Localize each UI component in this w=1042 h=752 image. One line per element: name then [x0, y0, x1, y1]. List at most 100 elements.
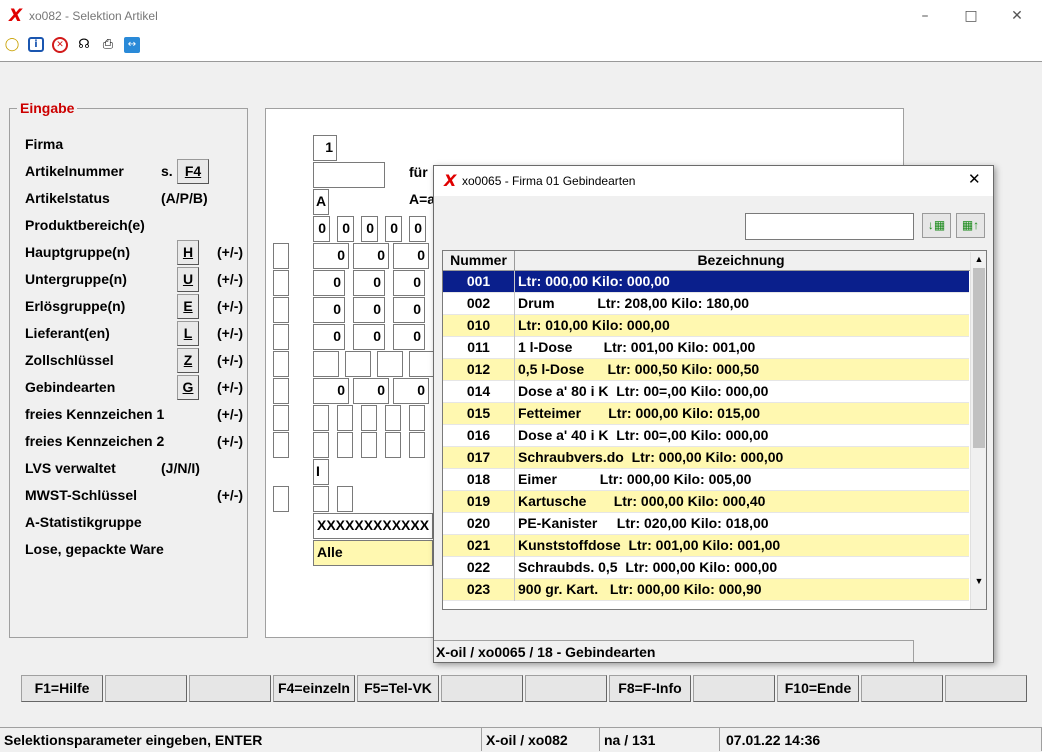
kennzeichen1-field-1[interactable] [313, 405, 329, 431]
table-row[interactable]: 020 PE-Kanister Ltr: 020,00 Kilo: 018,00 [443, 513, 969, 535]
lookup-button-g[interactable]: G [177, 375, 199, 400]
kennzeichen1-flag-field[interactable] [273, 405, 289, 431]
col-bezeichnung[interactable]: Bezeichnung [515, 251, 967, 270]
fkey-button-9[interactable] [693, 675, 775, 702]
produktbereich-field-3[interactable]: 0 [361, 216, 378, 242]
dialog-search-input[interactable] [745, 213, 914, 240]
kennzeichen1-field-3[interactable] [361, 405, 377, 431]
lookup-button-e[interactable]: E [177, 294, 199, 319]
lieferant-flag-field[interactable] [273, 324, 289, 350]
table-row[interactable]: 010 Ltr: 010,00 Kilo: 000,00 [443, 315, 969, 337]
mwst-flag-field[interactable] [273, 486, 289, 512]
produktbereich-field-4[interactable]: 0 [385, 216, 402, 242]
scroll-down-icon[interactable]: ▼ [973, 574, 985, 588]
maximize-button[interactable]: □ [948, 4, 994, 28]
erloesgruppe-field-1[interactable]: 0 [313, 297, 345, 323]
fkey-button-10[interactable]: F10=Ende [777, 675, 859, 702]
kennzeichen2-field-1[interactable] [313, 432, 329, 458]
mwst-field-1[interactable] [313, 486, 329, 512]
table-row[interactable]: 019 Kartusche Ltr: 000,00 Kilo: 000,40 [443, 491, 969, 513]
fkey-button-2[interactable] [105, 675, 187, 702]
untergruppe-field-1[interactable]: 0 [313, 270, 345, 296]
headset-icon[interactable]: ☊ [76, 37, 92, 53]
table-row[interactable]: 022 Schraubds. 0,5 Ltr: 000,00 Kilo: 000,… [443, 557, 969, 579]
erloesgruppe-field-2[interactable]: 0 [353, 297, 385, 323]
fkey-button-5[interactable]: F5=Tel-VK [357, 675, 439, 702]
lookup-button-z[interactable]: Z [177, 348, 199, 373]
kennzeichen1-field-2[interactable] [337, 405, 353, 431]
table-row[interactable]: 001 Ltr: 000,00 Kilo: 000,00 [443, 271, 969, 293]
table-row[interactable]: 021 Kunststoffdose Ltr: 001,00 Kilo: 001,… [443, 535, 969, 557]
untergruppe-field-3[interactable]: 0 [393, 270, 425, 296]
lookup-button-l[interactable]: L [177, 321, 199, 346]
gebindearten-flag-field[interactable] [273, 378, 289, 404]
table-row[interactable]: 002 Drum Ltr: 208,00 Kilo: 180,00 [443, 293, 969, 315]
kennzeichen1-field-4[interactable] [385, 405, 401, 431]
table-row[interactable]: 014 Dose a' 80 i K Ltr: 00=,00 Kilo: 000,… [443, 381, 969, 403]
kennzeichen2-flag-field[interactable] [273, 432, 289, 458]
artikelnummer-field[interactable] [313, 162, 385, 188]
fkey-button-6[interactable] [441, 675, 523, 702]
untergruppe-flag-field[interactable] [273, 270, 289, 296]
gebindearten-field-1[interactable]: 0 [313, 378, 349, 404]
hauptgruppe-field-3[interactable]: 0 [393, 243, 429, 269]
fkey-button-4[interactable]: F4=einzeln [273, 675, 355, 702]
gebindearten-field-3[interactable]: 0 [393, 378, 429, 404]
lookup-button-h[interactable]: H [177, 240, 199, 265]
untergruppe-field-2[interactable]: 0 [353, 270, 385, 296]
zollschluessel-field-4[interactable] [409, 351, 435, 377]
sort-up-icon[interactable]: ▦↑ [956, 213, 985, 238]
produktbereich-field-5[interactable]: 0 [409, 216, 426, 242]
lookup-button-u[interactable]: U [177, 267, 199, 292]
hauptgruppe-field-1[interactable]: 0 [313, 243, 349, 269]
fkey-button-11[interactable] [861, 675, 943, 702]
scroll-up-icon[interactable]: ▲ [973, 252, 985, 266]
statistik-field[interactable]: XXXXXXXXXXXX [313, 513, 433, 539]
table-row[interactable]: 017 Schraubvers.do Ltr: 000,00 Kilo: 000,… [443, 447, 969, 469]
col-nummer[interactable]: Nummer [443, 251, 515, 270]
zollschluessel-flag-field[interactable] [273, 351, 289, 377]
zollschluessel-field-3[interactable] [377, 351, 403, 377]
printer-icon[interactable]: ⎙ [100, 37, 116, 53]
lightbulb-icon[interactable]: ◯ [4, 37, 20, 53]
firma-field[interactable]: 1 [313, 135, 337, 161]
erloesgruppe-field-3[interactable]: 0 [393, 297, 425, 323]
dialog-close-icon[interactable]: ✕ [968, 170, 981, 188]
close-button[interactable]: ✕ [994, 4, 1040, 28]
lookup-button-f4[interactable]: F4 [177, 159, 209, 184]
erloesgruppe-flag-field[interactable] [273, 297, 289, 323]
fkey-button-1[interactable]: F1=Hilfe [21, 675, 103, 702]
cancel-icon[interactable]: ✕ [52, 37, 68, 53]
kennzeichen1-field-5[interactable] [409, 405, 425, 431]
kennzeichen2-field-5[interactable] [409, 432, 425, 458]
zollschluessel-field-2[interactable] [345, 351, 371, 377]
gebindearten-field-2[interactable]: 0 [353, 378, 389, 404]
lvs-field[interactable]: I [313, 459, 329, 485]
lieferant-field-3[interactable]: 0 [393, 324, 425, 350]
table-row[interactable]: 015 Fetteimer Ltr: 000,00 Kilo: 015,00 [443, 403, 969, 425]
lieferant-field-2[interactable]: 0 [353, 324, 385, 350]
minimize-button[interactable]: – [902, 4, 948, 28]
table-row[interactable]: 011 1 l-Dose Ltr: 001,00 Kilo: 001,00 [443, 337, 969, 359]
produktbereich-field-2[interactable]: 0 [337, 216, 354, 242]
hauptgruppe-field-2[interactable]: 0 [353, 243, 389, 269]
table-row[interactable]: 016 Dose a' 40 i K Ltr: 00=,00 Kilo: 000,… [443, 425, 969, 447]
produktbereich-field-1[interactable]: 0 [313, 216, 330, 242]
kennzeichen2-field-3[interactable] [361, 432, 377, 458]
lose-select[interactable]: Alle [313, 540, 433, 566]
fkey-button-8[interactable]: F8=F-Info [609, 675, 691, 702]
info-icon[interactable]: i [28, 37, 44, 52]
hauptgruppe-flag-field[interactable] [273, 243, 289, 269]
kennzeichen2-field-4[interactable] [385, 432, 401, 458]
table-row[interactable]: 018 Eimer Ltr: 000,00 Kilo: 005,00 [443, 469, 969, 491]
fkey-button-12[interactable] [945, 675, 1027, 702]
lieferant-field-1[interactable]: 0 [313, 324, 345, 350]
fkey-button-3[interactable] [189, 675, 271, 702]
table-row[interactable]: 023 900 gr. Kart. Ltr: 000,00 Kilo: 000,9… [443, 579, 969, 601]
fkey-button-7[interactable] [525, 675, 607, 702]
table-row[interactable]: 012 0,5 l-Dose Ltr: 000,50 Kilo: 000,50 [443, 359, 969, 381]
status-field[interactable]: A [313, 189, 329, 215]
table-scrollbar[interactable]: ▲ ▼ [970, 252, 986, 609]
remote-icon[interactable]: ↔ [124, 37, 140, 53]
mwst-field-2[interactable] [337, 486, 353, 512]
